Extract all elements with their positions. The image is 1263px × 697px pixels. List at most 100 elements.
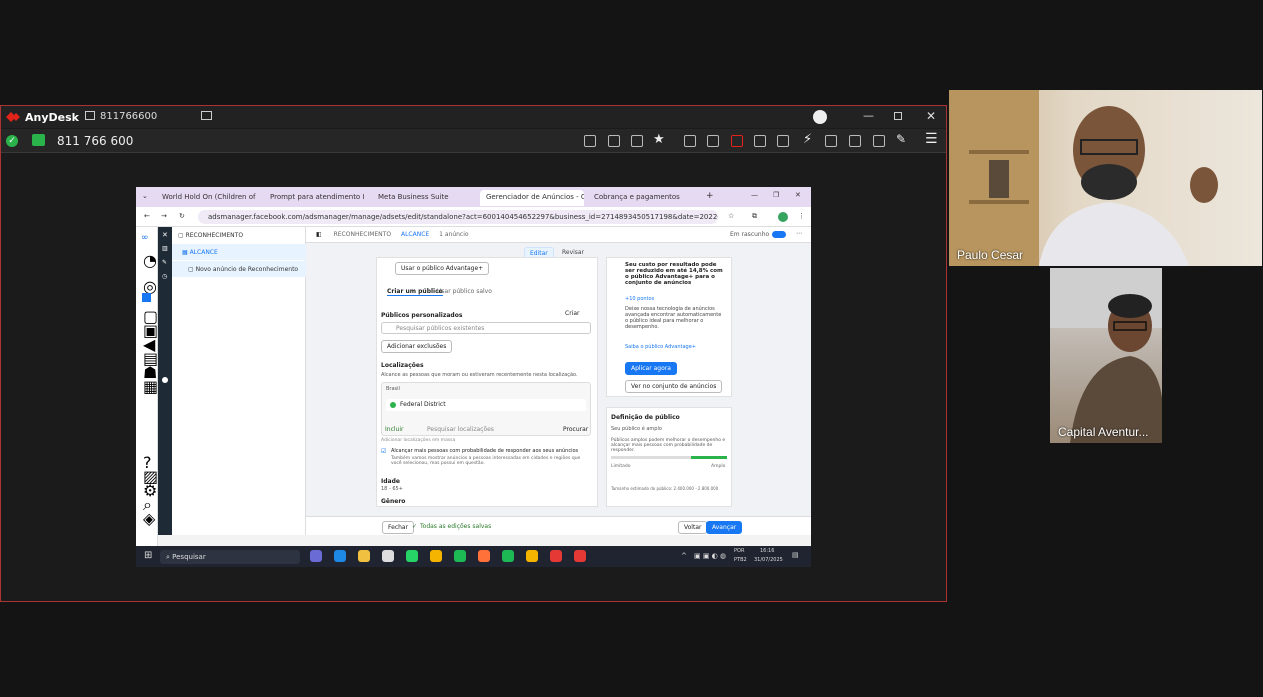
- location-item[interactable]: Federal District: [386, 399, 586, 411]
- hourglass-icon[interactable]: [608, 135, 620, 147]
- windows-start-icon[interactable]: ⊞: [144, 550, 152, 561]
- tree-ad[interactable]: ▢ Novo anúncio de Reconhecimento: [172, 261, 306, 277]
- forward-icon[interactable]: →: [161, 212, 167, 220]
- chat-icon[interactable]: [584, 135, 596, 147]
- use-advantage-button[interactable]: Usar o público Advantage+: [395, 262, 490, 275]
- profile-avatar[interactable]: [778, 212, 788, 222]
- shield-icon[interactable]: [849, 135, 861, 147]
- participant-video-capital[interactable]: Capital Aventur...: [1050, 268, 1162, 443]
- file-icon[interactable]: [684, 135, 696, 147]
- toggle-switch[interactable]: [772, 231, 786, 238]
- reload-icon[interactable]: ↻: [179, 212, 185, 220]
- plus-box-icon[interactable]: [873, 135, 885, 147]
- tab-saved-audience[interactable]: Usar público salvo: [437, 288, 492, 295]
- participant-video-paulo[interactable]: Paulo Cesar: [949, 90, 1262, 266]
- tab-list-icon[interactable]: ⌄: [142, 192, 148, 200]
- tree-campaign[interactable]: ▢ RECONHECIMENTO: [172, 227, 306, 243]
- chrome-icon[interactable]: [430, 550, 442, 562]
- app-icon-2[interactable]: [454, 550, 466, 562]
- store-icon[interactable]: [382, 550, 394, 562]
- display-icon[interactable]: [754, 135, 766, 147]
- chart-icon[interactable]: ▥: [162, 245, 168, 252]
- edge-icon[interactable]: [334, 550, 346, 562]
- bookmark-star-icon[interactable]: ☆: [728, 212, 734, 220]
- sidebar-toggle-icon[interactable]: ◧: [316, 231, 322, 238]
- age-value[interactable]: 18 - 65+: [381, 486, 403, 492]
- keyboard-region[interactable]: PTB2: [734, 557, 747, 563]
- custom-audience-search[interactable]: Pesquisar públicos existentes: [381, 322, 591, 334]
- new-tab-icon[interactable]: +: [706, 191, 714, 201]
- taskbar-search[interactable]: ⌕ Pesquisar: [160, 550, 300, 564]
- bug-icon[interactable]: ◈: [143, 509, 155, 528]
- download-icon[interactable]: [813, 110, 827, 124]
- advantage-link[interactable]: Saiba o público Advantage+: [625, 344, 696, 350]
- more-icon[interactable]: ⋮: [798, 212, 805, 220]
- history-icon[interactable]: ◷: [162, 273, 167, 280]
- minimize-icon[interactable]: —: [863, 109, 874, 122]
- add-exclusions-button[interactable]: Adicionar exclusões: [381, 340, 453, 353]
- firefox-icon[interactable]: [478, 550, 490, 562]
- window-close-icon[interactable]: ✕: [795, 191, 801, 199]
- actions-icon[interactable]: [731, 135, 743, 147]
- back-button[interactable]: Voltar: [678, 521, 708, 534]
- window-minimize-icon[interactable]: —: [751, 191, 758, 199]
- tab-prompt[interactable]: Prompt para atendimento I: [264, 190, 368, 206]
- app-icon-4[interactable]: [550, 550, 562, 562]
- keyboard-icon[interactable]: [825, 135, 837, 147]
- app-icon-3[interactable]: [502, 550, 514, 562]
- review-button[interactable]: Revisar: [562, 249, 584, 256]
- campaigns-icon[interactable]: [142, 293, 151, 302]
- clock-date[interactable]: 31/07/2025: [754, 557, 783, 563]
- include-dropdown[interactable]: Incluir: [385, 426, 403, 433]
- explorer-icon[interactable]: [358, 550, 370, 562]
- create-dropdown[interactable]: Criar: [565, 310, 579, 317]
- bulk-add-link[interactable]: Adicionar localizações em massa: [381, 438, 455, 443]
- tab-create-audience[interactable]: Criar um público: [387, 288, 443, 296]
- tab-billing[interactable]: Cobrança e pagamentos: [588, 190, 692, 206]
- close-button[interactable]: Fechar: [382, 521, 415, 534]
- location-search-input[interactable]: Pesquisar localizações: [427, 426, 494, 433]
- maximize-icon[interactable]: [894, 112, 902, 120]
- menu-icon[interactable]: ☰: [925, 131, 938, 147]
- reach-more-checkbox[interactable]: ☑: [381, 448, 386, 455]
- back-icon[interactable]: ←: [144, 212, 150, 220]
- tab-meta-business-suite[interactable]: Meta Business Suite: [372, 190, 476, 206]
- tray-arrow-icon[interactable]: ^: [681, 552, 687, 560]
- next-button[interactable]: Avançar: [706, 521, 743, 534]
- anydesk-address[interactable]: 811 766 600: [57, 134, 133, 148]
- tab-ads-manager[interactable]: Gerenciador de Anúncios - C: [480, 190, 584, 206]
- report-icon[interactable]: ▦: [143, 377, 158, 396]
- star-icon[interactable]: ★: [653, 132, 665, 147]
- apply-now-button[interactable]: Aplicar agora: [625, 362, 677, 375]
- browse-button[interactable]: Procurar: [563, 426, 588, 433]
- window-restore-icon[interactable]: ❐: [773, 191, 779, 199]
- close-editor-icon[interactable]: ✕: [162, 231, 168, 239]
- bell-icon[interactable]: ◔: [143, 251, 157, 270]
- new-session-icon[interactable]: [201, 111, 212, 120]
- anydesk-taskbar-icon[interactable]: [574, 550, 586, 562]
- breadcrumb-ad[interactable]: 1 anúncio: [439, 231, 468, 238]
- anydesk-tab-id[interactable]: 811766600: [100, 111, 157, 122]
- chrome-icon-2[interactable]: [526, 550, 538, 562]
- message-icon[interactable]: [777, 135, 789, 147]
- more-options-icon[interactable]: ⋯: [796, 230, 802, 237]
- clock-time[interactable]: 16:16: [760, 548, 774, 554]
- lightning-icon[interactable]: ⚡: [803, 132, 812, 147]
- pen-icon[interactable]: ✎: [896, 132, 906, 146]
- database-icon[interactable]: [631, 135, 643, 147]
- tray-icons[interactable]: ▣ ▣ ◐ ◍: [694, 552, 726, 560]
- extensions-icon[interactable]: ⧉: [752, 212, 757, 221]
- tab-world-hold-on[interactable]: World Hold On (Children of: [156, 190, 260, 206]
- app-icon-1[interactable]: [310, 550, 322, 562]
- whatsapp-icon[interactable]: [406, 550, 418, 562]
- edit-pencil-icon[interactable]: ✎: [162, 259, 167, 266]
- view-in-adset-button[interactable]: Ver no conjunto de anúncios: [625, 380, 723, 393]
- keyboard-lang[interactable]: POR: [734, 548, 744, 554]
- notification-icon[interactable]: ▤: [792, 551, 799, 559]
- breadcrumb-adset[interactable]: ALCANCE: [401, 231, 429, 238]
- breadcrumb-campaign[interactable]: RECONHECIMENTO: [334, 231, 391, 238]
- close-icon[interactable]: ✕: [926, 109, 936, 123]
- info-icon[interactable]: [707, 135, 719, 147]
- address-bar[interactable]: adsmanager.facebook.com/adsmanager/manag…: [198, 210, 718, 224]
- tree-adset[interactable]: ▦ ALCANCE: [172, 244, 306, 260]
